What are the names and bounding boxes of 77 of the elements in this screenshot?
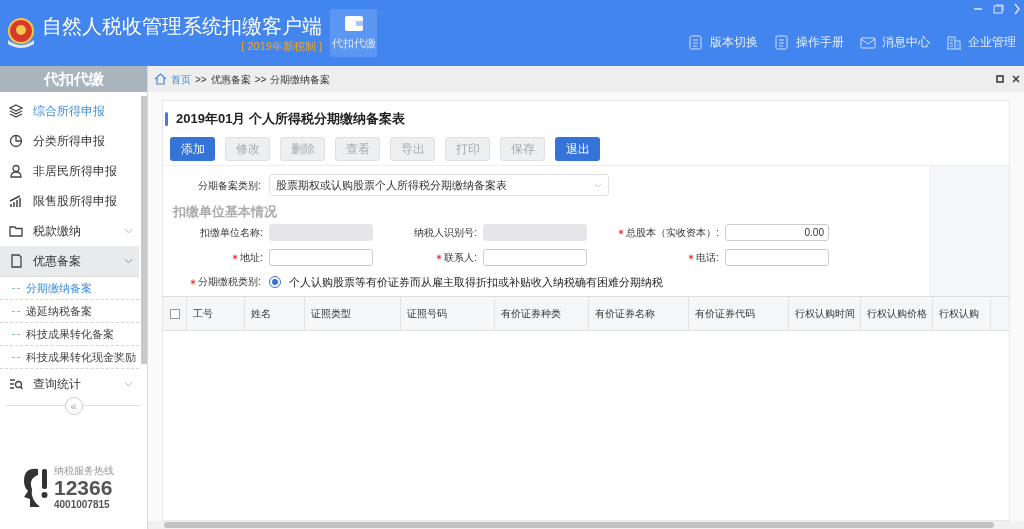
emblem-icon	[6, 16, 36, 50]
app-title: 自然人税收管理系统扣缴客户端	[42, 14, 322, 39]
hotline-label: 纳税服务热线	[54, 465, 114, 477]
form-title: 2019年01月 个人所得税分期缴纳备案表	[176, 110, 405, 129]
field-label: 分期备案类别:	[197, 178, 261, 193]
document-icon	[9, 254, 23, 268]
input-field[interactable]	[483, 248, 587, 266]
document-icon	[688, 34, 704, 50]
field-label: 分期缴税类别:	[198, 275, 261, 290]
field-label: 扣缴单位名称:	[200, 225, 263, 240]
sidebar-item[interactable]: 优惠备案	[0, 246, 139, 276]
sidebar-item[interactable]: 非居民所得申报	[0, 156, 139, 186]
category-select[interactable]: 股票期权或认购股票个人所得税分期缴纳备案表	[269, 174, 609, 196]
field-label: 电话:	[696, 250, 719, 265]
checkbox[interactable]	[169, 308, 180, 319]
toolbar-button[interactable]: 添加	[170, 137, 215, 161]
chevron-down-icon	[594, 182, 602, 188]
title-accent	[165, 112, 168, 126]
breadcrumb-separator: >>	[195, 72, 207, 87]
column-header: 行权认购时间	[789, 297, 861, 330]
toolbar-link[interactable]: 版本切换	[688, 33, 758, 51]
field-label: 联系人:	[444, 250, 477, 265]
field-label: 总股本（实收资本）:	[626, 225, 719, 240]
maximize-icon	[996, 75, 1004, 83]
building-icon	[946, 34, 962, 50]
toolbar-link[interactable]: 操作手册	[774, 33, 844, 51]
sidebar-header: 代扣代缴	[0, 66, 147, 92]
sidebar-item[interactable]: 查询统计	[0, 369, 139, 399]
column-header: 行权认购价格	[861, 297, 933, 330]
sidebar-item[interactable]: 税款缴纳	[0, 216, 139, 246]
version-label: [ 2019年新税制 ]	[241, 39, 322, 53]
module-button[interactable]: 代扣代缴	[330, 9, 377, 57]
sidebar-subitem[interactable]: 分期缴纳备案	[0, 277, 139, 300]
input-field[interactable]	[269, 248, 373, 266]
sidebar-subitem[interactable]: 科技成果转化现金奖励	[0, 346, 139, 369]
column-header: 证照类型	[305, 297, 401, 330]
column-header: 有价证券种类	[495, 297, 589, 330]
hotline-alt-number: 4001007815	[54, 499, 111, 511]
envelope-icon	[860, 34, 876, 50]
column-header: 行权认购	[933, 297, 991, 330]
toolbar-button[interactable]: 退出	[555, 137, 600, 161]
bar-chart-icon	[9, 194, 23, 208]
input-field[interactable]	[725, 248, 829, 266]
close-icon	[1012, 75, 1020, 83]
wallet-icon	[343, 14, 364, 33]
restore-icon	[993, 4, 1004, 14]
column-header: 有价证券代码	[689, 297, 789, 330]
column-header: 证照号码	[401, 297, 495, 330]
home-icon	[154, 73, 167, 85]
column-header: 有价证券名称	[589, 297, 689, 330]
breadcrumb-separator: >>	[254, 72, 267, 87]
toolbar-link[interactable]: 企业管理	[946, 33, 1016, 51]
field-label: 纳税人识别号:	[414, 225, 477, 240]
layers-icon	[9, 104, 23, 118]
breadcrumb-link[interactable]: 优惠备案	[210, 71, 251, 87]
sidebar-item[interactable]: 限售股所得申报	[0, 186, 139, 216]
sidebar-subitem[interactable]: 科技成果转化备案	[0, 323, 139, 346]
sidebar-item[interactable]: 分类所得申报	[0, 126, 139, 156]
collapse-button[interactable]: «	[64, 397, 83, 415]
breadcrumb-link[interactable]: 首页	[171, 71, 191, 87]
breadcrumb-link[interactable]: 分期缴纳备案	[270, 71, 331, 87]
person-icon	[9, 164, 23, 178]
radio-option[interactable]: 个人认购股票等有价证券而从雇主取得折扣或补贴收入纳税确有困难分期纳税	[269, 273, 663, 290]
sidebar-subitem[interactable]: 递延纳税备案	[0, 300, 139, 323]
sidebar-item[interactable]: 综合所得申报	[0, 96, 139, 126]
search-list-icon	[9, 377, 23, 391]
field-label: 地址:	[240, 250, 263, 265]
toolbar-link[interactable]: 消息中心	[860, 33, 930, 51]
folder-icon	[9, 224, 23, 238]
column-header: 工号	[187, 297, 245, 330]
close-icon	[1014, 3, 1020, 15]
document-icon	[774, 34, 790, 50]
pie-chart-icon	[9, 134, 23, 148]
section-heading: 扣缴单位基本情况	[173, 203, 278, 221]
input-field[interactable]: 0.00	[725, 223, 829, 241]
hotline-number: 12366	[54, 477, 114, 499]
column-header: 姓名	[245, 297, 305, 330]
